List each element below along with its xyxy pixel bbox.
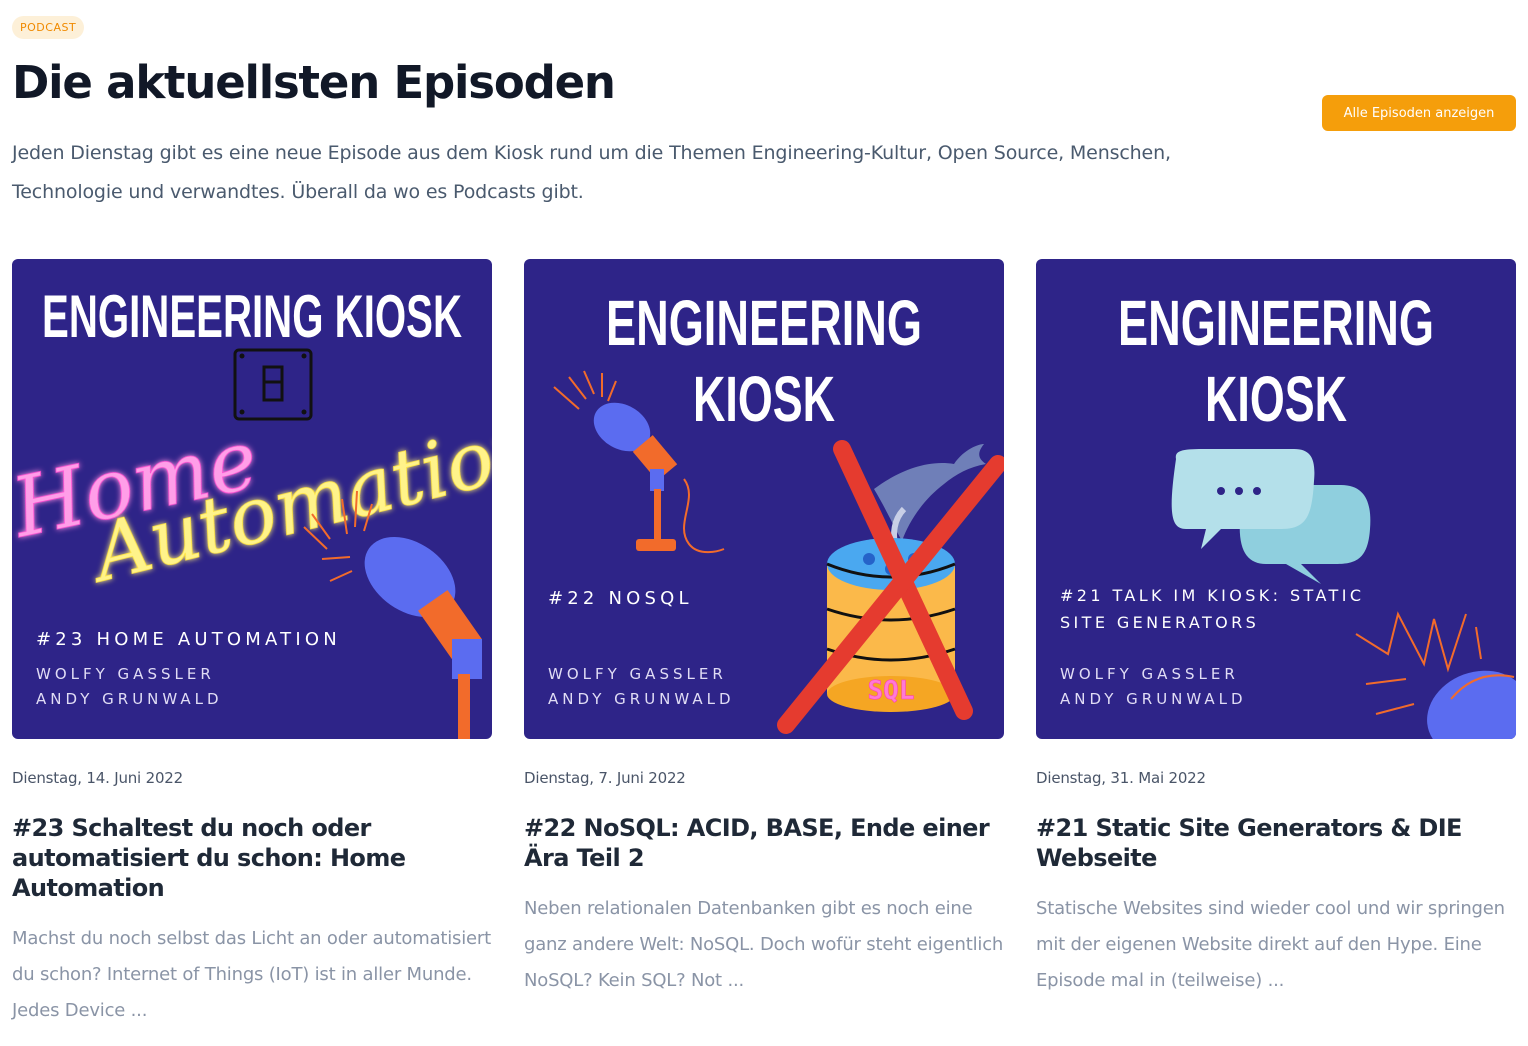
episode-card: ENGINEERING KIOSK #21 TALK IM KIOSK: STA…: [1036, 259, 1516, 999]
section-intro: Jeden Dienstag gibt es eine neue Episode…: [12, 142, 1171, 203]
episode-title-link[interactable]: #22 NoSQL: ACID, BASE, Ende einer Ära Te…: [524, 813, 1004, 873]
section-badge: PODCAST: [12, 16, 85, 39]
cover-episode-line-2: SITE GENERATORS: [1060, 613, 1259, 632]
cover-episode-line-1: #21 TALK IM KIOSK: STATIC: [1060, 586, 1364, 605]
episode-date: Dienstag, 31. Mai 2022: [1036, 769, 1206, 787]
episode-cover-image: ENGINEERING KIOSK Home Automation #23 HO…: [12, 259, 492, 739]
episode-card: ENGINEERING KIOSK #22 NOSQL WOLFY GASSLE…: [524, 259, 1004, 999]
episode-description: Statische Websites sind wieder cool und …: [1036, 898, 1505, 991]
episode-cover-image: ENGINEERING KIOSK #22 NOSQL WOLFY GASSLE…: [524, 259, 1004, 739]
cover-brand: ENGINEERING KIOSK: [42, 283, 462, 350]
episode-title-link[interactable]: #23 Schaltest du noch oder automatisiert…: [12, 813, 492, 903]
episode-title-link[interactable]: #21 Static Site Generators & DIE Webseit…: [1036, 813, 1516, 873]
cover-host-1: WOLFY GASSLER: [36, 665, 215, 683]
episode-cover-link[interactable]: ENGINEERING KIOSK Home Automation #23 HO…: [12, 259, 492, 739]
cover-host-2: ANDY GRUNWALD: [1060, 690, 1247, 708]
episode-cover-link[interactable]: ENGINEERING KIOSK #22 NOSQL WOLFY GASSLE…: [524, 259, 1004, 739]
episode-cover-link[interactable]: ENGINEERING KIOSK #21 TALK IM KIOSK: STA…: [1036, 259, 1516, 739]
all-episodes-button[interactable]: Alle Episoden anzeigen: [1322, 95, 1516, 131]
cover-episode: #23 HOME AUTOMATION: [36, 629, 341, 650]
episode-date: Dienstag, 14. Juni 2022: [12, 769, 183, 787]
cover-host-2: ANDY GRUNWALD: [36, 690, 223, 708]
cover-brand-line-1: ENGINEERING: [606, 287, 922, 359]
cover-host-2: ANDY GRUNWALD: [548, 690, 735, 708]
episode-date: Dienstag, 7. Juni 2022: [524, 769, 686, 787]
cover-brand-line-1: ENGINEERING: [1118, 287, 1434, 359]
episode-cover-image: ENGINEERING KIOSK #21 TALK IM KIOSK: STA…: [1036, 259, 1516, 739]
cover-host-1: WOLFY GASSLER: [1060, 665, 1239, 683]
episode-description: Neben relationalen Datenbanken gibt es n…: [524, 898, 1004, 991]
page-title: Die aktuellsten Episoden: [12, 56, 616, 109]
database-label: SQL: [868, 676, 915, 706]
episode-card: ENGINEERING KIOSK Home Automation #23 HO…: [12, 259, 492, 1029]
cover-episode: #22 NOSQL: [548, 588, 693, 609]
cover-brand-line-2: KIOSK: [1205, 363, 1347, 435]
episode-description: Machst du noch selbst das Licht an oder …: [12, 928, 491, 1021]
cover-brand-line-2: KIOSK: [693, 363, 835, 435]
cover-host-1: WOLFY GASSLER: [548, 665, 727, 683]
